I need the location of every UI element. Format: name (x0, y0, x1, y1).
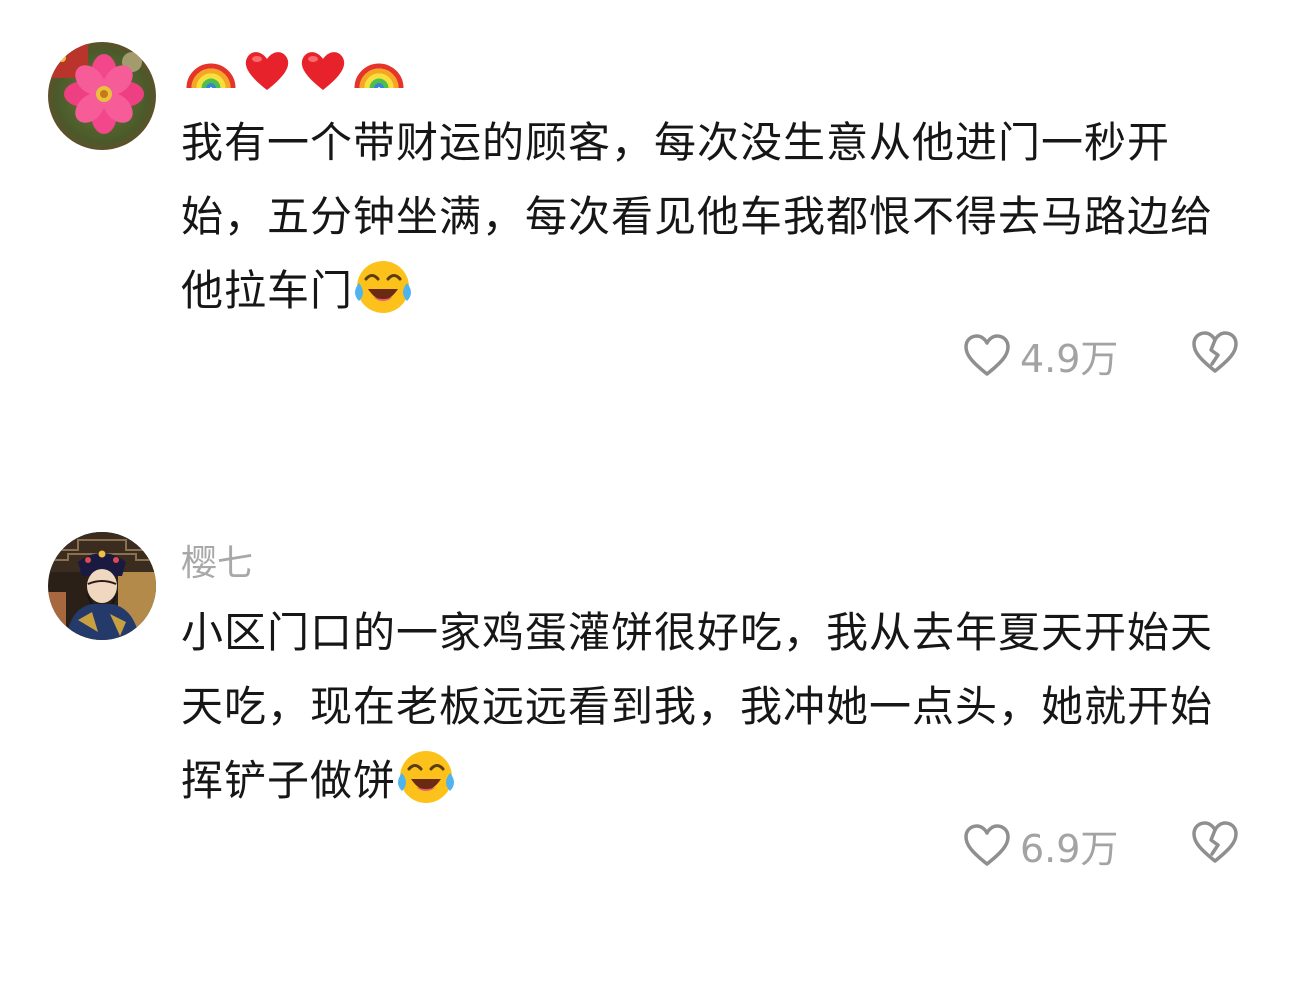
comment-line: 挥铲子做饼 (181, 756, 397, 805)
heart-outline-icon (962, 821, 1012, 871)
red-heart-emoji-icon (241, 44, 293, 96)
broken-heart-outline-icon (1190, 328, 1240, 378)
comment-line: 天吃，现在老板远远看到我，我冲她一点头，她就开始 (181, 682, 1214, 731)
rainbow-emoji-icon (185, 44, 237, 96)
like-button[interactable]: 4.9万 (962, 328, 1118, 383)
dislike-button[interactable] (1190, 328, 1240, 382)
avatar[interactable] (48, 42, 156, 150)
flower-avatar-image (48, 42, 156, 150)
comment-text[interactable]: 我有一个带财运的顾客，每次没生意从他进门一秒开 始，五分钟坐满，每次看见他车我都… (181, 106, 1261, 328)
comment-line-wrapper: 挥铲子做饼 (181, 744, 1261, 818)
opera-performer-avatar-image (48, 532, 156, 640)
like-count: 4.9万 (1020, 337, 1119, 381)
comment-line: 他拉车门 (181, 266, 354, 315)
username[interactable]: 樱七 (181, 534, 253, 586)
dislike-button[interactable] (1190, 818, 1240, 872)
tears-of-joy-emoji-icon (353, 257, 413, 317)
comment-item: 我有一个带财运的顾客，每次没生意从他进门一秒开 始，五分钟坐满，每次看见他车我都… (0, 40, 1290, 400)
comment-item: 樱七 小区门口的一家鸡蛋灌饼很好吃，我从去年夏天开始天 天吃，现在老板远远看到我… (0, 530, 1290, 890)
heart-outline-icon (962, 331, 1012, 381)
rainbow-emoji-icon (353, 44, 405, 96)
username[interactable] (181, 44, 405, 96)
comment-line-wrapper: 他拉车门 (181, 254, 1261, 328)
username-text: 樱七 (181, 543, 254, 584)
avatar[interactable] (48, 532, 156, 640)
comment-line: 始，五分钟坐满，每次看见他车我都恨不得去马路边给 (181, 192, 1214, 241)
comment-line: 小区门口的一家鸡蛋灌饼很好吃，我从去年夏天开始天 (181, 608, 1214, 657)
like-count: 6.9万 (1020, 827, 1119, 871)
red-heart-emoji-icon (297, 44, 349, 96)
like-button[interactable]: 6.9万 (962, 818, 1118, 873)
comment-text[interactable]: 小区门口的一家鸡蛋灌饼很好吃，我从去年夏天开始天 天吃，现在老板远远看到我，我冲… (181, 596, 1261, 818)
tears-of-joy-emoji-icon (396, 747, 456, 807)
comment-line: 我有一个带财运的顾客，每次没生意从他进门一秒开 (181, 118, 1171, 167)
broken-heart-outline-icon (1190, 818, 1240, 868)
